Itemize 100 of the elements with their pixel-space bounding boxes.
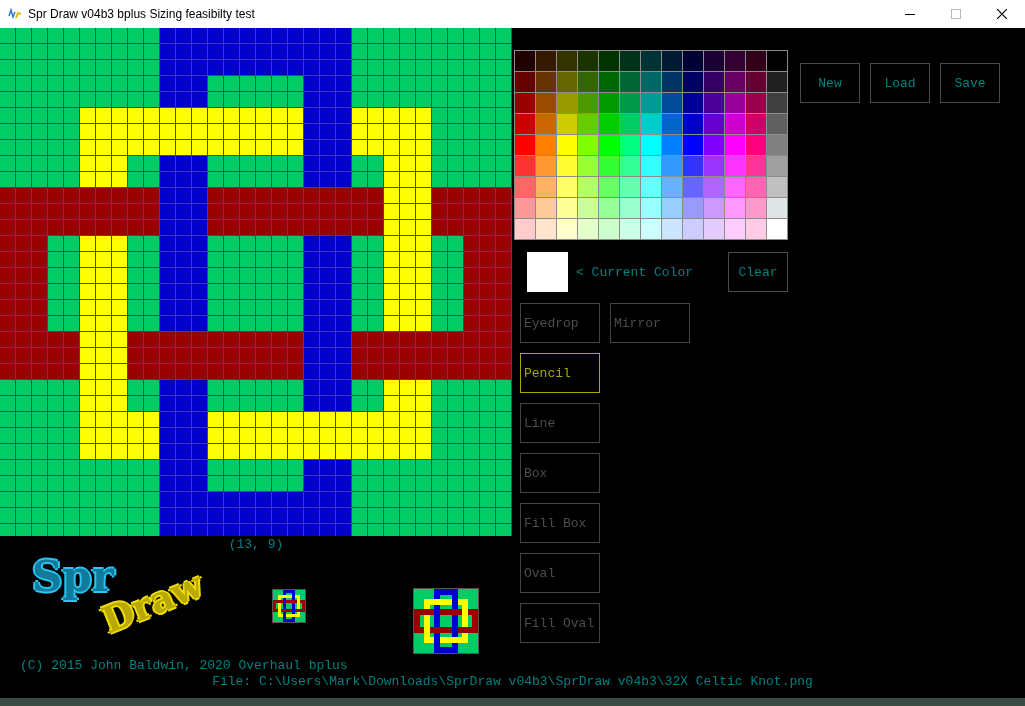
mirror-toggle[interactable]: Mirror <box>610 303 690 343</box>
color-swatch[interactable] <box>641 156 661 176</box>
color-swatch[interactable] <box>767 93 787 113</box>
color-swatch[interactable] <box>725 72 745 92</box>
color-swatch[interactable] <box>557 198 577 218</box>
color-swatch[interactable] <box>620 177 640 197</box>
color-swatch[interactable] <box>536 156 556 176</box>
color-swatch[interactable] <box>557 51 577 71</box>
color-swatch[interactable] <box>620 93 640 113</box>
color-swatch[interactable] <box>725 156 745 176</box>
color-swatch[interactable] <box>662 177 682 197</box>
tool-button[interactable]: Eyedrop <box>520 303 600 343</box>
color-swatch[interactable] <box>704 114 724 134</box>
color-swatch[interactable] <box>515 177 535 197</box>
color-swatch[interactable] <box>683 114 703 134</box>
color-swatch[interactable] <box>599 93 619 113</box>
color-swatch[interactable] <box>557 114 577 134</box>
color-swatch[interactable] <box>767 219 787 239</box>
color-swatch[interactable] <box>662 72 682 92</box>
color-swatch[interactable] <box>725 219 745 239</box>
tool-button[interactable]: Oval <box>520 553 600 593</box>
file-button[interactable]: Save <box>940 63 1000 103</box>
color-swatch[interactable] <box>620 51 640 71</box>
color-swatch[interactable] <box>683 177 703 197</box>
color-swatch[interactable] <box>536 135 556 155</box>
color-swatch[interactable] <box>662 93 682 113</box>
file-button[interactable]: Load <box>870 63 930 103</box>
color-swatch[interactable] <box>578 219 598 239</box>
color-swatch[interactable] <box>746 198 766 218</box>
color-swatch[interactable] <box>620 219 640 239</box>
color-swatch[interactable] <box>662 198 682 218</box>
color-swatch[interactable] <box>746 219 766 239</box>
color-swatch[interactable] <box>557 93 577 113</box>
color-swatch[interactable] <box>704 198 724 218</box>
color-swatch[interactable] <box>557 135 577 155</box>
color-swatch[interactable] <box>683 156 703 176</box>
color-swatch[interactable] <box>578 93 598 113</box>
tool-button[interactable]: Line <box>520 403 600 443</box>
color-swatch[interactable] <box>725 51 745 71</box>
color-swatch[interactable] <box>536 51 556 71</box>
color-swatch[interactable] <box>599 135 619 155</box>
tool-button[interactable]: Pencil <box>520 353 600 393</box>
color-swatch[interactable] <box>557 177 577 197</box>
color-swatch[interactable] <box>578 72 598 92</box>
color-swatch[interactable] <box>515 198 535 218</box>
color-swatch[interactable] <box>704 156 724 176</box>
color-swatch[interactable] <box>641 219 661 239</box>
color-swatch[interactable] <box>578 177 598 197</box>
color-swatch[interactable] <box>620 156 640 176</box>
file-button[interactable]: New <box>800 63 860 103</box>
tool-button[interactable]: Fill Oval <box>520 603 600 643</box>
color-swatch[interactable] <box>599 198 619 218</box>
color-swatch[interactable] <box>641 93 661 113</box>
color-swatch[interactable] <box>704 177 724 197</box>
color-swatch[interactable] <box>746 135 766 155</box>
color-swatch[interactable] <box>515 135 535 155</box>
color-swatch[interactable] <box>767 72 787 92</box>
tool-button[interactable]: Box <box>520 453 600 493</box>
clear-button[interactable]: Clear <box>728 252 788 292</box>
color-swatch[interactable] <box>704 51 724 71</box>
color-swatch[interactable] <box>620 72 640 92</box>
color-swatch[interactable] <box>641 135 661 155</box>
pixel-canvas[interactable] <box>0 28 512 536</box>
color-swatch[interactable] <box>578 135 598 155</box>
color-swatch[interactable] <box>725 198 745 218</box>
color-swatch[interactable] <box>662 114 682 134</box>
color-swatch[interactable] <box>746 156 766 176</box>
color-swatch[interactable] <box>599 156 619 176</box>
color-swatch[interactable] <box>767 177 787 197</box>
color-swatch[interactable] <box>536 114 556 134</box>
color-swatch[interactable] <box>515 72 535 92</box>
color-swatch[interactable] <box>641 198 661 218</box>
color-swatch[interactable] <box>599 72 619 92</box>
color-swatch[interactable] <box>683 135 703 155</box>
color-swatch[interactable] <box>725 135 745 155</box>
color-swatch[interactable] <box>578 156 598 176</box>
color-swatch[interactable] <box>704 135 724 155</box>
color-swatch[interactable] <box>662 51 682 71</box>
color-swatch[interactable] <box>767 156 787 176</box>
color-swatch[interactable] <box>641 177 661 197</box>
color-swatch[interactable] <box>557 219 577 239</box>
color-swatch[interactable] <box>536 177 556 197</box>
color-swatch[interactable] <box>704 93 724 113</box>
color-swatch[interactable] <box>683 72 703 92</box>
color-swatch[interactable] <box>620 198 640 218</box>
color-swatch[interactable] <box>578 114 598 134</box>
color-swatch[interactable] <box>683 93 703 113</box>
color-swatch[interactable] <box>683 198 703 218</box>
color-swatch[interactable] <box>599 177 619 197</box>
color-swatch[interactable] <box>515 93 535 113</box>
tool-button[interactable]: Fill Box <box>520 503 600 543</box>
color-swatch[interactable] <box>767 198 787 218</box>
color-swatch[interactable] <box>515 219 535 239</box>
color-swatch[interactable] <box>746 177 766 197</box>
color-swatch[interactable] <box>725 114 745 134</box>
color-swatch[interactable] <box>746 114 766 134</box>
color-swatch[interactable] <box>662 156 682 176</box>
color-swatch[interactable] <box>767 135 787 155</box>
color-swatch[interactable] <box>515 51 535 71</box>
color-swatch[interactable] <box>725 177 745 197</box>
